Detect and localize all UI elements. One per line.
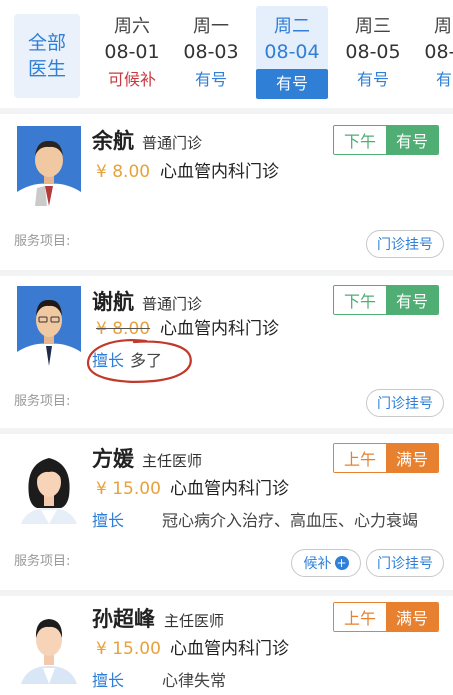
waitlist-button[interactable]: 候补 + [291,549,361,577]
doctor-avatar [17,444,81,524]
date-label: 08-05 [345,41,401,63]
date-label: 08-06 [424,41,453,63]
slot-period: 下午 [334,126,386,154]
doctor-card[interactable]: 孙超峰 主任医师 ¥ 15.00 心血管内科门诊 擅长 心律失常 上午 满号 [0,596,453,695]
department: 心血管内科门诊 [160,162,279,182]
date-label: 08-03 [183,41,239,63]
date-tab-0803[interactable]: 周一 08-03 有号 [175,6,247,96]
slot-button[interactable]: 上午 满号 [333,602,439,632]
doctor-name: 谢航 [92,290,134,314]
register-button[interactable]: 门诊挂号 [366,549,444,577]
all-doctors-button[interactable]: 全部医生 [14,14,80,98]
specialty-text: 冠心病介入治疗、高血压、心力衰竭 [162,511,419,530]
date-tab-0806[interactable]: 周四 08-06 有号 [416,6,453,96]
waitlist-label: 候补 [303,556,332,572]
availability-status: 有号 [256,69,328,99]
weekday-label: 周六 [114,16,150,37]
weekday-label: 周四 [434,16,453,37]
weekday-label: 周二 [274,16,310,37]
register-button[interactable]: 门诊挂号 [366,389,444,417]
slot-period: 上午 [334,603,386,631]
date-tab-0805[interactable]: 周三 08-05 有号 [337,6,409,96]
doctor-avatar [17,604,81,684]
service-items-label: 服务项目: [14,234,71,249]
doctor-name: 方媛 [92,447,134,471]
doctor-name: 余航 [92,129,134,153]
slot-status: 满号 [386,603,438,631]
doctor-title: 主任医师 [142,452,203,470]
weekday-label: 周一 [193,16,229,37]
slot-button[interactable]: 上午 满号 [333,443,439,473]
availability-status: 可候补 [107,70,156,89]
date-label: 08-01 [104,41,160,63]
availability-status: 有号 [194,70,227,89]
slot-button[interactable]: 下午 有号 [333,125,439,155]
consultation-fee: ¥ 8.00 [96,162,151,182]
date-tab-0801[interactable]: 周六 08-01 可候补 [96,6,168,96]
department: 心血管内科门诊 [170,479,289,499]
consultation-fee: ¥ 15.00 [96,479,161,499]
weekday-label: 周三 [355,16,391,37]
date-bar: 全部医生 周六 08-01 可候补 周一 08-03 有号 周二 08-04 有… [0,0,453,108]
specialty-text: 心律失常 [162,671,227,690]
doctor-title: 普通门诊 [142,134,203,152]
department: 心血管内科门诊 [170,639,289,659]
register-button[interactable]: 门诊挂号 [366,230,444,258]
slot-status: 有号 [386,286,438,314]
specialty-label: 擅长 [92,671,125,690]
availability-status: 有号 [435,70,453,89]
consultation-fee: ¥ 15.00 [96,639,161,659]
slot-status: 满号 [386,444,438,472]
register-label: 门诊挂号 [377,556,433,572]
slot-button[interactable]: 下午 有号 [333,285,439,315]
doctor-card[interactable]: 余航 普通门诊 ¥ 8.00 心血管内科门诊 下午 有号 服务项目: 门诊挂号 [0,114,453,270]
doctor-card[interactable]: 方媛 主任医师 ¥ 15.00 心血管内科门诊 擅长 冠心病介入治疗、高血压、心… [0,434,453,590]
all-doctors-label: 全部医生 [27,32,66,80]
date-tab-0804-selected[interactable]: 周二 08-04 有号 [256,6,328,99]
doctor-avatar [17,126,81,206]
doctor-name: 孙超峰 [92,607,155,631]
register-label: 门诊挂号 [377,396,433,412]
doctor-avatar [17,286,81,366]
doctor-title: 普通门诊 [142,295,203,313]
specialty-label: 擅长 [92,511,125,530]
service-items-label: 服务项目: [14,394,71,409]
availability-status: 有号 [356,70,389,89]
doctor-card[interactable]: 谢航 普通门诊 ¥ 8.00 心血管内科门诊 擅长 多了 下午 有号 服务项目:… [0,276,453,428]
plus-icon: + [334,556,349,570]
date-label: 08-04 [264,41,320,63]
slot-period: 上午 [334,444,386,472]
hand-drawn-circle-annotation [86,339,192,383]
doctor-title: 主任医师 [164,612,225,630]
register-label: 门诊挂号 [377,237,433,253]
slot-period: 下午 [334,286,386,314]
slot-status: 有号 [386,126,438,154]
service-items-label: 服务项目: [14,554,71,569]
